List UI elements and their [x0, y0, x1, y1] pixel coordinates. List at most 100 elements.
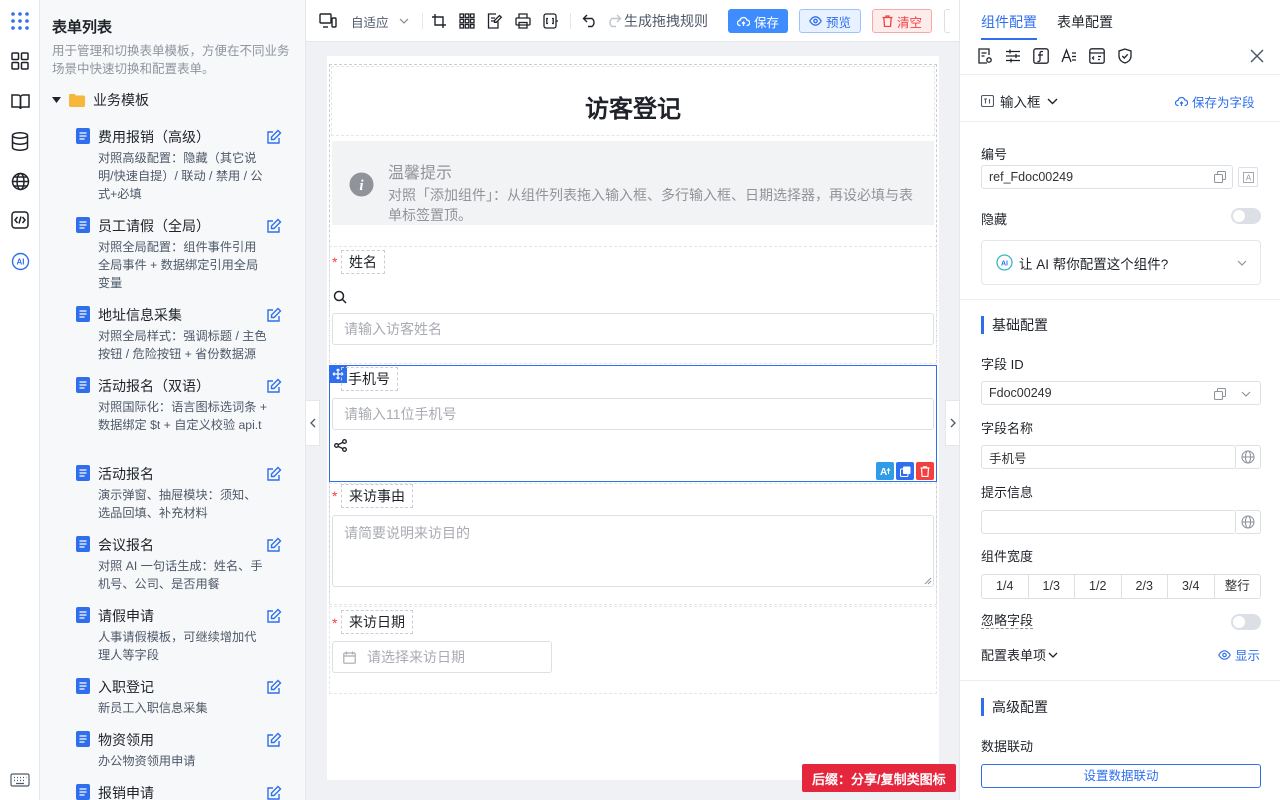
date-picker[interactable]: 请选择来访日期	[332, 641, 552, 673]
edit-doc-icon[interactable]	[487, 11, 503, 31]
form-title: 访客登记	[585, 96, 681, 123]
chevron-down-icon[interactable]	[1241, 391, 1251, 397]
width-option[interactable]: 整行	[1215, 575, 1261, 598]
edit-icon[interactable]	[266, 307, 282, 323]
shield-check-icon[interactable]	[1117, 48, 1133, 64]
caret-down-icon	[52, 97, 61, 103]
edit-icon[interactable]	[266, 378, 282, 394]
copy-icon[interactable]	[1214, 388, 1226, 400]
text-style-icon[interactable]	[1061, 48, 1077, 64]
clear-button[interactable]: 清空	[872, 9, 933, 33]
collapse-right-handle[interactable]	[945, 400, 959, 446]
divider	[960, 680, 1280, 681]
crop-icon[interactable]	[431, 11, 447, 31]
chevron-down-icon	[1237, 260, 1247, 266]
undo-icon[interactable]	[582, 11, 598, 31]
fit-select[interactable]: 自适应	[351, 11, 409, 31]
width-option[interactable]: 1/3	[1029, 575, 1075, 598]
ignore-field-switch[interactable]	[1231, 614, 1261, 630]
print-icon[interactable]	[515, 11, 531, 31]
phone-input[interactable]: 请输入11位手机号	[332, 398, 934, 430]
keyboard-icon[interactable]	[9, 769, 31, 791]
component-type-select[interactable]: 输入框	[981, 91, 1058, 111]
device-icon[interactable]	[319, 11, 337, 31]
ai-style-icon[interactable]: A	[876, 462, 894, 480]
share-icon[interactable]	[334, 439, 347, 452]
folder-business-templates[interactable]: 业务模板	[52, 90, 149, 110]
divider	[960, 121, 1280, 122]
globe-icon[interactable]	[9, 170, 31, 192]
edit-icon[interactable]	[266, 608, 282, 624]
resize-handle-icon[interactable]	[924, 577, 932, 585]
document-icon	[76, 465, 90, 481]
advanced-config-heading: 高级配置	[981, 698, 1048, 716]
edit-icon[interactable]	[266, 537, 282, 553]
code-window-icon[interactable]	[1089, 48, 1105, 64]
book-icon[interactable]	[9, 90, 31, 112]
globe-icon[interactable]	[1236, 445, 1261, 469]
close-icon[interactable]	[1250, 49, 1264, 63]
template-name: 费用报销（高级）	[98, 129, 210, 145]
reason-textarea[interactable]: 请简要说明来访目的	[332, 515, 934, 587]
more-button[interactable]	[944, 9, 950, 33]
copy-icon[interactable]	[1214, 171, 1226, 183]
sliders-icon[interactable]	[1005, 48, 1021, 64]
footer-badge: 后缀：分享/复制类图标	[802, 764, 956, 792]
apps-grid-icon[interactable]	[9, 10, 31, 32]
json-icon[interactable]	[543, 11, 559, 31]
form-list-description: 用于管理和切换表单模板，方便在不同业务场景中快速切换和配置表单。	[52, 44, 290, 76]
tab-form-config[interactable]: 表单配置	[1057, 12, 1113, 32]
hidden-label: 隐藏	[981, 212, 1008, 227]
width-option[interactable]: 1/2	[1075, 575, 1122, 598]
name-input[interactable]: 请输入访客姓名	[332, 313, 934, 345]
save-button[interactable]: 保存	[728, 9, 789, 33]
collapse-left-handle[interactable]	[306, 400, 320, 446]
save-as-field-link[interactable]: 保存为字段	[1175, 92, 1255, 111]
set-linkage-button[interactable]: 设置数据联动	[981, 764, 1261, 788]
edit-icon[interactable]	[266, 129, 282, 145]
id-value: ref_Fdoc00249	[989, 170, 1074, 184]
tab-component-config[interactable]: 组件配置	[981, 12, 1037, 32]
copy-icon[interactable]	[896, 462, 914, 480]
template-name: 入职登记	[98, 679, 154, 695]
field-name-input[interactable]: 手机号	[981, 445, 1236, 469]
font-icon[interactable]: A	[1238, 167, 1258, 187]
template-name: 活动报名（双语）	[98, 378, 210, 394]
grid-icon[interactable]	[459, 11, 475, 31]
width-option[interactable]: 3/4	[1168, 575, 1215, 598]
edit-icon[interactable]	[266, 785, 282, 800]
hidden-switch[interactable]	[1231, 208, 1261, 224]
delete-icon[interactable]	[916, 462, 934, 480]
tip-title: 温馨提示	[388, 165, 453, 182]
layout-icon[interactable]	[9, 50, 31, 72]
edit-icon[interactable]	[266, 466, 282, 482]
search-icon[interactable]	[333, 290, 347, 304]
code-icon[interactable]	[9, 209, 31, 231]
function-icon[interactable]	[1033, 48, 1049, 64]
id-input[interactable]: ref_Fdoc00249	[981, 165, 1233, 189]
width-option[interactable]: 1/4	[982, 575, 1029, 598]
save-label: 保存	[754, 15, 780, 30]
edit-icon[interactable]	[266, 732, 282, 748]
folder-label: 业务模板	[93, 92, 149, 108]
tip-alert: i 温馨提示 对照「添加组件」：从组件列表拖入输入框、多行输入框、日期选择器，再…	[332, 141, 934, 225]
config-items-select[interactable]: 配置表单项	[981, 645, 1058, 664]
globe-icon[interactable]	[1236, 510, 1261, 534]
ai-config-collapse[interactable]: AI 让 AI 帮你配置这个组件?	[981, 240, 1261, 285]
phone-label: 手机号	[341, 367, 398, 391]
generate-rule-button[interactable]: 生成拖拽规则	[606, 11, 708, 31]
name-field-block[interactable]	[329, 246, 937, 364]
divider	[960, 299, 1280, 300]
cloud-upload-icon	[1175, 96, 1188, 107]
width-option[interactable]: 2/3	[1122, 575, 1168, 598]
ai-icon[interactable]: AI	[9, 250, 31, 272]
field-id-label: 字段 ID	[981, 357, 1024, 372]
edit-icon[interactable]	[266, 218, 282, 234]
database-icon[interactable]	[9, 130, 31, 152]
show-toggle-link[interactable]: 显示	[1218, 645, 1260, 664]
template-name: 会议报名	[98, 537, 154, 553]
hint-input[interactable]	[981, 510, 1236, 534]
form-settings-icon[interactable]	[977, 48, 993, 64]
edit-icon[interactable]	[266, 679, 282, 695]
preview-button[interactable]: 预览	[799, 9, 862, 33]
